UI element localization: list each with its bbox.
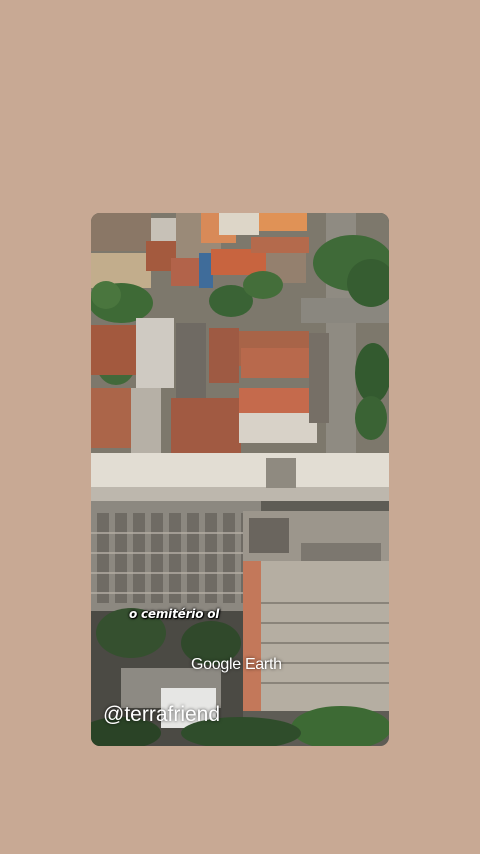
subtitle-caption: o cemitério ol [129,607,220,621]
account-handle[interactable]: @terrafriend [103,703,220,727]
story-media-frame[interactable]: o cemitério ol Google Earth @terrafriend [91,213,389,746]
google-earth-watermark: Google Earth [191,656,282,673]
